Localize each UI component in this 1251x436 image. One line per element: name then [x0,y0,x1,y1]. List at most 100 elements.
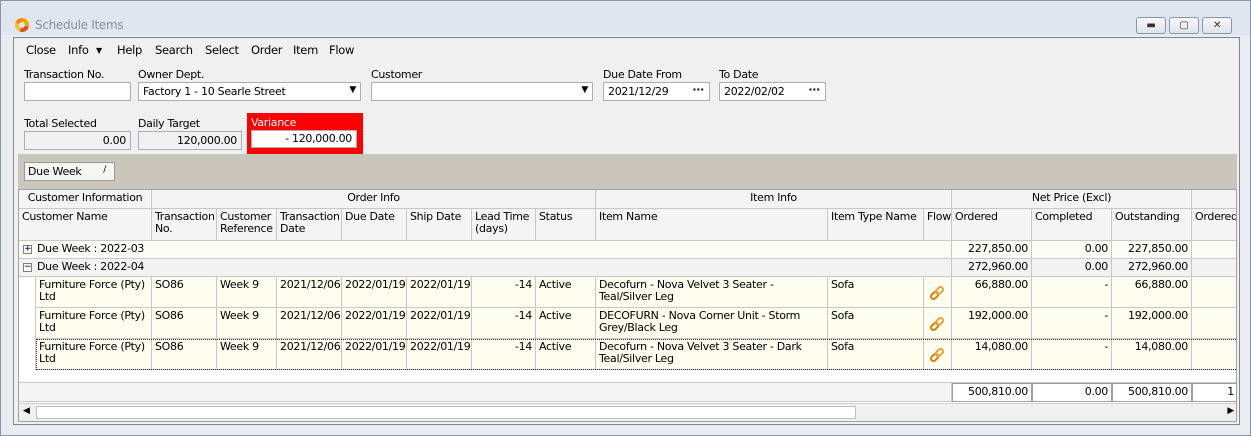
menu-bar: Close Info ▼ Help Search Select Order It… [14,38,1239,60]
date-picker-button[interactable]: ··· [692,83,704,96]
item-type-cell: Sofa [828,277,924,308]
due-date-cell: 2022/01/19 [342,277,407,308]
transaction-date-cell: 2021/12/06 [277,277,342,308]
col-transaction-date[interactable]: Transaction Date [277,209,342,241]
col-ship-date[interactable]: Ship Date [407,209,472,241]
chevron-down-icon[interactable]: ▼ [581,85,588,95]
band-item-info: Item Info [596,190,952,209]
ship-date-cell: 2022/01/19 [407,277,472,308]
group-row[interactable]: + Due Week : 2022-03 [19,241,952,259]
due-date-from-value: 2021/12/29 [608,85,669,98]
group-label: Due Week : 2022-03 [37,242,145,255]
flow-cell [924,339,952,370]
info-dropdown-icon[interactable]: ▼ [96,46,102,55]
window-title: Schedule Items [35,18,124,32]
owner-dept-select[interactable]: Factory 1 - 10 Searle Street ▼ [138,82,361,101]
menu-search[interactable]: Search [155,43,193,57]
flow-cell [924,308,952,339]
close-window-button[interactable]: ✕ [1202,17,1232,34]
total-selected-value: 0.00 [24,131,131,150]
item-name-cell: Decofurn - Nova Velvet 3 Seater - Dark T… [596,339,828,370]
daily-target-value: 120,000.00 [138,131,242,150]
col-due-date[interactable]: Due Date [342,209,407,241]
col-status[interactable]: Status [536,209,596,241]
col-ordered[interactable]: Ordered [952,209,1032,241]
minimize-button[interactable]: ▬ [1136,17,1166,34]
extra-cell [1192,277,1236,308]
expand-icon[interactable]: + [23,245,32,254]
ordered-cell: 66,880.00 [952,277,1032,308]
item-type-cell: Sofa [828,339,924,370]
col-ordered-2[interactable]: Ordered [1192,209,1236,241]
scroll-left-icon[interactable]: ◀ [23,406,30,416]
group-label: Due Week : 2022-04 [37,260,145,273]
band-net-price: Net Price (Excl) [952,190,1192,209]
col-customer-reference[interactable]: Customer Reference [217,209,277,241]
col-customer-name[interactable]: Customer Name [19,209,152,241]
menu-order[interactable]: Order [251,43,282,57]
menu-info[interactable]: Info [68,43,89,57]
ordered-cell: 192,000.00 [952,308,1032,339]
group-extra [1192,241,1236,259]
menu-help[interactable]: Help [117,43,142,57]
app-logo-icon [15,18,29,32]
group-outstanding: 227,850.00 [1112,241,1192,259]
total-selected-label: Total Selected [24,117,97,130]
menu-item[interactable]: Item [293,43,318,57]
col-transaction-no[interactable]: Transaction No. [152,209,217,241]
scroll-right-icon[interactable]: ▶ [1227,406,1234,416]
transaction-no-label: Transaction No. [24,68,105,81]
chevron-down-icon[interactable]: ▼ [349,85,356,95]
group-row[interactable]: − Due Week : 2022-04 [19,259,952,277]
scrollbar-thumb[interactable] [36,406,856,419]
customer-reference-cell: Week 9 [217,339,277,370]
footer-spacer [19,383,952,402]
chain-link-icon[interactable] [929,316,945,332]
customer-label: Customer [371,68,423,81]
col-lead-time[interactable]: Lead Time (days) [472,209,536,241]
col-item-name[interactable]: Item Name [596,209,828,241]
group-outstanding: 272,960.00 [1112,259,1192,277]
chain-link-icon[interactable] [929,347,945,363]
schedule-items-window: Schedule Items ▬ ▢ ✕ Close Info ▼ Help S… [0,0,1251,436]
transaction-no-cell: SO86 [152,339,217,370]
filter-panel: Transaction No. Owner Dept. Factory 1 - … [14,60,1239,154]
menu-select[interactable]: Select [205,43,239,57]
to-date-input[interactable]: 2022/02/02 ··· [719,82,826,101]
col-flow[interactable]: Flow [924,209,952,241]
band-customer-info: Customer Information [19,190,152,209]
group-chip-label: Due Week [28,165,82,178]
chain-link-icon[interactable] [929,285,945,301]
col-item-type-name[interactable]: Item Type Name [828,209,924,241]
due-date-cell: 2022/01/19 [342,339,407,370]
horizontal-scrollbar[interactable]: ◀ ▶ [19,403,1236,421]
menu-close[interactable]: Close [26,43,56,57]
group-chip-due-week[interactable]: Due Week / [24,162,115,181]
group-completed: 0.00 [1032,241,1112,259]
total-outstanding: 500,810.00 [1112,383,1192,402]
outstanding-cell: 14,080.00 [1112,339,1192,370]
group-completed: 0.00 [1032,259,1112,277]
due-date-from-input[interactable]: 2021/12/29 ··· [603,82,710,101]
lead-time-cell: -14 [472,277,536,308]
completed-cell: - [1032,339,1112,370]
collapse-icon[interactable]: − [23,263,32,272]
due-date-cell: 2022/01/19 [342,308,407,339]
customer-reference-cell: Week 9 [217,277,277,308]
owner-dept-value: Factory 1 - 10 Searle Street [143,85,286,98]
col-outstanding[interactable]: Outstanding [1112,209,1192,241]
transaction-no-cell: SO86 [152,308,217,339]
ordered-cell: 14,080.00 [952,339,1032,370]
transaction-no-input[interactable] [24,82,131,101]
customer-select[interactable]: ▼ [371,82,593,101]
date-picker-button[interactable]: ··· [808,83,820,96]
maximize-button[interactable]: ▢ [1169,17,1199,34]
ship-date-cell: 2022/01/19 [407,339,472,370]
menu-flow[interactable]: Flow [329,43,354,57]
col-completed[interactable]: Completed [1032,209,1112,241]
outstanding-cell: 192,000.00 [1112,308,1192,339]
lead-time-cell: -14 [472,339,536,370]
status-cell: Active [536,277,596,308]
transaction-no-cell: SO86 [152,277,217,308]
sort-indicator-icon: / [103,165,106,175]
